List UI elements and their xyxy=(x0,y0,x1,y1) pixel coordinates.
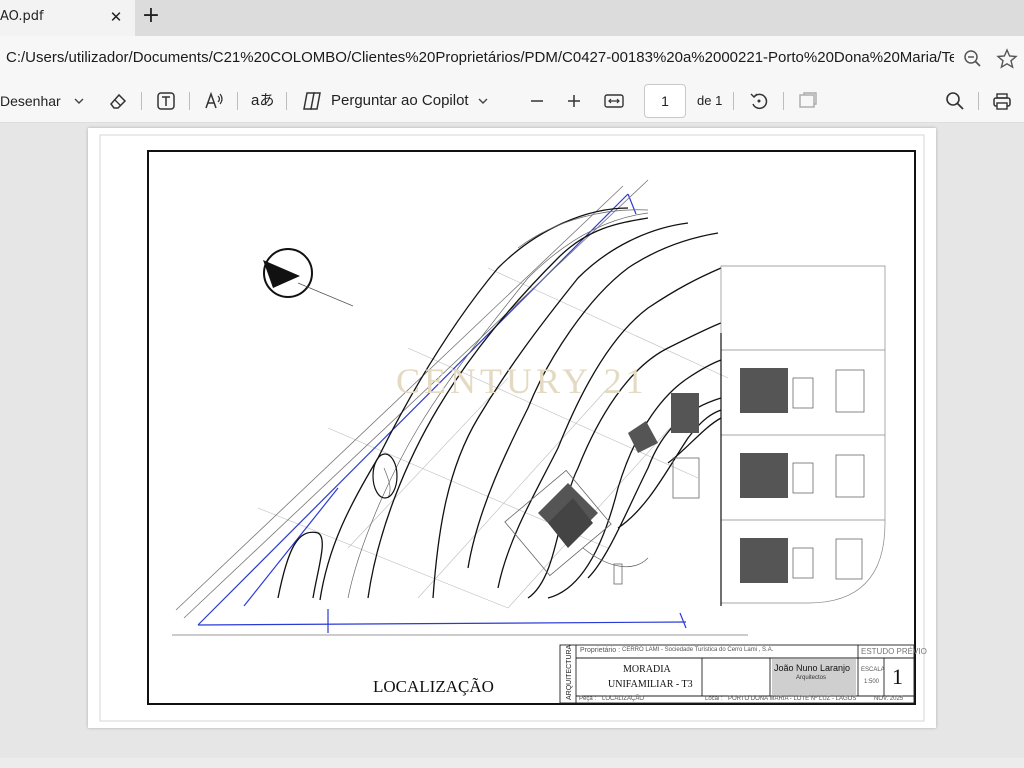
copilot-button[interactable]: Perguntar ao Copilot xyxy=(331,90,469,112)
titleblock-side-label: ARQUITECTURA xyxy=(566,644,573,700)
owner-label: Proprietário : xyxy=(580,647,621,654)
address-bar: C:/Users/utilizador/Documents/C21%20COLO… xyxy=(0,36,1024,81)
plan-title: LOCALIZAÇÃO xyxy=(373,677,494,696)
page-number-input[interactable]: 1 xyxy=(644,84,686,118)
url-field[interactable]: C:/Users/utilizador/Documents/C21%20COLO… xyxy=(6,49,954,66)
pdf-toolbar: Desenhar aあ Perguntar ao Copilot 1 de 1 xyxy=(0,80,1024,123)
chevron-down-icon[interactable] xyxy=(477,95,489,107)
close-icon[interactable]: ✕ xyxy=(106,7,126,27)
piece-label: Peça : xyxy=(579,696,597,702)
place-label: Local : xyxy=(705,696,723,702)
toolbar-separator xyxy=(237,92,238,110)
north-arrow-icon xyxy=(263,248,354,307)
toolbar-separator xyxy=(733,92,734,110)
owner-value: CERRO LAMI - Sociedade Turística do Cerr… xyxy=(622,647,774,653)
place-value: PORTO DONA MARIA - LOTE Nº LUZ - LAGOS xyxy=(728,696,857,702)
zoom-out-minus-icon[interactable] xyxy=(527,90,547,112)
copilot-icon[interactable] xyxy=(301,90,323,112)
favorite-star-icon[interactable] xyxy=(996,48,1018,70)
add-text-icon[interactable] xyxy=(155,90,177,112)
sheet-number: 1 xyxy=(892,664,903,689)
toolbar-separator xyxy=(141,92,142,110)
site-plan-drawing xyxy=(99,134,925,722)
search-icon[interactable] xyxy=(944,90,966,112)
zoom-in-plus-icon[interactable] xyxy=(564,90,584,112)
fit-width-icon[interactable] xyxy=(603,90,625,112)
architect-name: João Nuno Laranjo xyxy=(774,663,851,673)
chevron-down-icon[interactable] xyxy=(73,95,85,107)
draw-button[interactable]: Desenhar xyxy=(0,90,61,112)
project-line1: MORADIA xyxy=(623,664,671,675)
eraser-icon[interactable] xyxy=(107,90,129,112)
new-tab-icon[interactable]: + xyxy=(140,5,162,28)
project-line2: UNIFAMILIAR - T3 xyxy=(608,679,693,690)
watermark: CENTURY 21 xyxy=(396,361,648,401)
zoom-out-icon[interactable] xyxy=(962,48,984,70)
toolbar-separator xyxy=(978,92,979,110)
date-value: NOV. 2025 xyxy=(874,696,904,702)
translate-icon[interactable]: aあ xyxy=(251,90,274,112)
page-view-icon xyxy=(799,92,817,108)
pdf-page: CENTURY 21 LOCALIZAÇÃO ARQUITECTURA Prop… xyxy=(88,128,936,728)
scale-label: ESCALA xyxy=(861,667,885,673)
toolbar-separator xyxy=(783,92,784,110)
status-label: ESTUDO PRÉVIO xyxy=(861,647,927,656)
viewer-bottom-edge xyxy=(0,758,1024,768)
scale-value: 1:500 xyxy=(864,679,880,685)
piece-value: LOCALIZAÇÃO xyxy=(602,696,645,702)
tab-bar: AO.pdf ✕ + xyxy=(0,0,1024,36)
print-icon[interactable] xyxy=(991,90,1013,112)
tab-title: AO.pdf xyxy=(0,9,44,24)
toolbar-separator xyxy=(189,92,190,110)
page-total: de 1 xyxy=(697,93,723,108)
toolbar-separator xyxy=(286,92,287,110)
tab-document[interactable]: AO.pdf ✕ xyxy=(0,0,135,36)
read-aloud-icon[interactable] xyxy=(203,90,225,112)
rotate-icon[interactable] xyxy=(748,90,770,112)
architect-sub: Arquitectos xyxy=(796,675,827,681)
